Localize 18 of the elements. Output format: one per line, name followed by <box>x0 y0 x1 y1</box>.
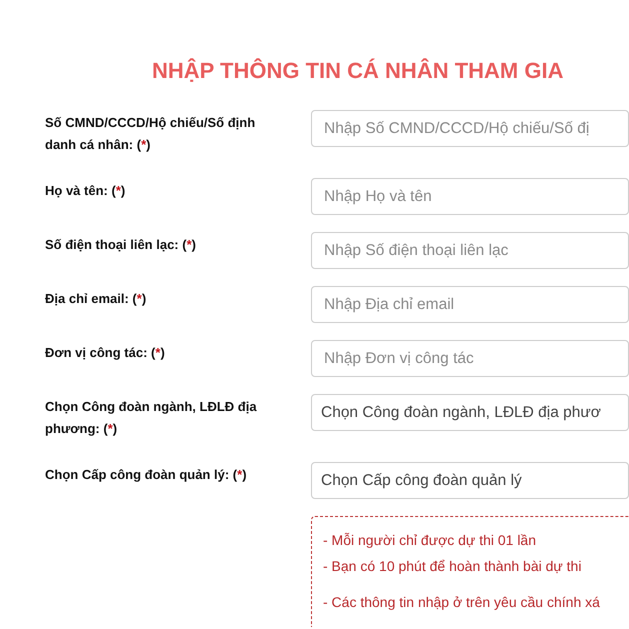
notice-text: - Mỗi người chỉ được dự thi 01 lần <box>323 531 538 549</box>
dropdown-select[interactable]: Chọn Công đoàn ngành, LĐLĐ địa phươ <box>311 394 629 431</box>
form-title: NHẬP THÔNG TIN CÁ NHÂN THAM GIA <box>152 58 564 84</box>
field-label: Họ và tên: (*) <box>45 182 126 200</box>
field-label: Đơn vị công tác: (*) <box>45 344 166 362</box>
notice-text: - Các thông tin nhập ở trên yêu cầu chính xá <box>323 593 601 611</box>
dropdown-select[interactable]: Chọn Cấp công đoàn quản lý <box>311 462 629 499</box>
text-input-field[interactable]: Nhập Đơn vị công tác <box>311 340 629 377</box>
text-input-field[interactable]: Nhập Họ và tên <box>311 178 629 215</box>
field-label: Số điện thoại liên lạc: (*) <box>45 236 197 254</box>
text-input-field[interactable]: Nhập Số điện thoại liên lạc <box>311 232 629 269</box>
field-label: Số CMND/CCCD/Hộ chiếu/Số định danh cá nhân: (*) <box>45 114 256 154</box>
field-label: Chọn Cấp công đoàn quản lý: (*) <box>45 466 248 484</box>
notice-text: - Bạn có 10 phút để hoàn thành bài dự thi <box>323 557 582 575</box>
field-label: Chọn Công đoàn ngành, LĐLĐ địa phương: (*) <box>45 398 258 438</box>
text-input-field[interactable]: Nhập Số CMND/CCCD/Hộ chiếu/Số đị <box>311 110 629 147</box>
text-input-field[interactable]: Nhập Địa chỉ email <box>311 286 629 323</box>
field-label: Địa chỉ email: (*) <box>45 290 148 308</box>
